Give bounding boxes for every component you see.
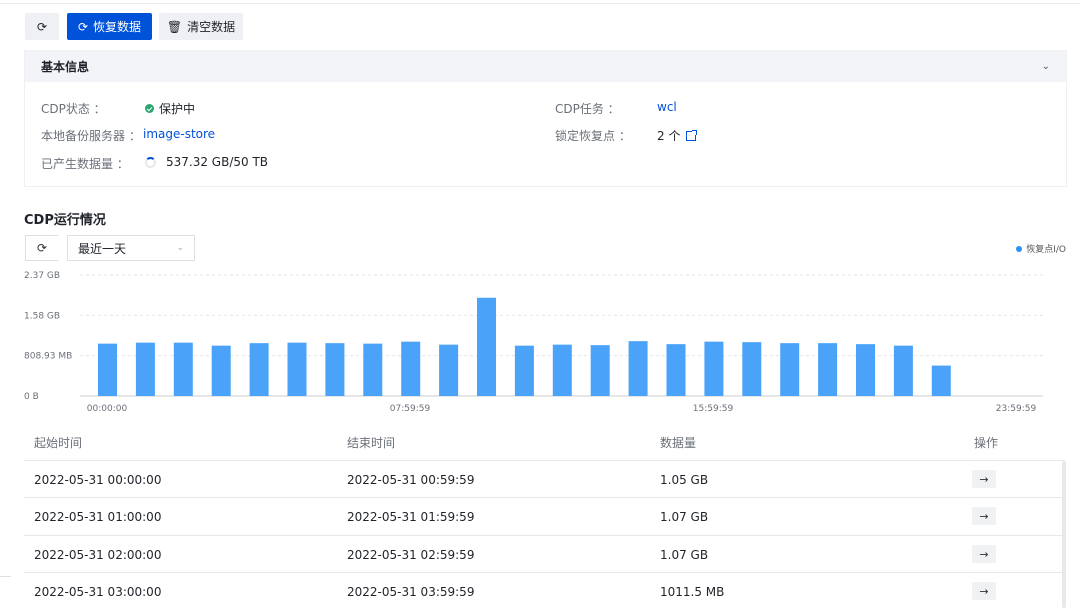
external-link-icon[interactable] xyxy=(686,129,698,141)
legend-marker xyxy=(1016,245,1023,252)
bar xyxy=(173,342,193,396)
end-time-cell: 2022-05-31 03:59:59 xyxy=(347,585,475,599)
y-tick-label: 808.93 MB xyxy=(24,352,72,362)
local-server-label: 本地备份服务器 ： xyxy=(41,129,141,143)
table-row: 2022-05-31 01:00:00 2022-05-31 01:59:59 … xyxy=(24,497,1065,535)
clear-data-label: 清空数据 xyxy=(187,20,236,34)
data-size-cell: 1.07 GB xyxy=(660,548,709,562)
refresh-icon: ⟳ xyxy=(36,19,48,34)
bar xyxy=(780,343,800,396)
clear-data-button[interactable]: 🗑 清空数据 xyxy=(159,13,243,40)
cdp-status-text: 保护中 xyxy=(159,102,196,116)
bar xyxy=(552,344,572,396)
locked-points-label: 锁定恢复点 ： xyxy=(555,129,631,143)
io-bar-chart: 0 B 808.93 MB 1.58 GB 2.37 GB 00:00:00 07:59:… xyxy=(24,271,1043,414)
header-data-size: 数据量 xyxy=(660,436,697,450)
chevron-down-icon: ⌄ xyxy=(176,243,184,253)
end-time-cell: 2022-05-31 01:59:59 xyxy=(347,510,475,524)
chevron-down-icon[interactable]: ⌄ xyxy=(1042,61,1050,72)
arrow-right-icon[interactable]: → xyxy=(972,507,996,525)
data-size-cell: 1.05 GB xyxy=(660,473,709,487)
local-server-link[interactable]: image-store xyxy=(143,127,215,141)
data-size-cell: 1011.5 MB xyxy=(660,585,725,599)
bar xyxy=(249,343,269,396)
x-tick-label: 23:59:59 xyxy=(996,404,1037,414)
usage-ring-icon xyxy=(145,156,156,168)
bar xyxy=(931,365,951,396)
bar xyxy=(401,341,421,396)
bar xyxy=(287,342,307,396)
cdp-task-link[interactable]: wcl xyxy=(657,100,677,114)
basic-info-header[interactable]: 基本信息 ⌄ xyxy=(25,51,1066,82)
legend-label: 恢复点I/O xyxy=(1026,245,1066,255)
bar xyxy=(590,345,610,396)
time-range-select[interactable]: 最近一天 ⌄ xyxy=(67,235,195,261)
table-row: 2022-05-31 03:00:00 2022-05-31 03:59:59 … xyxy=(24,572,1065,610)
locked-points-value[interactable]: 2 个 xyxy=(657,127,698,144)
top-divider xyxy=(0,3,1080,4)
end-time-cell: 2022-05-31 00:59:59 xyxy=(347,473,475,487)
bar xyxy=(704,341,724,396)
restore-data-label: 恢复数据 xyxy=(93,20,142,34)
table-row: 2022-05-31 00:00:00 2022-05-31 00:59:59 … xyxy=(24,460,1065,498)
data-generated-label: 已产生数据量 ： xyxy=(41,157,129,171)
x-tick-label: 07:59:59 xyxy=(390,404,431,414)
cdp-run-title: CDP运行情况 xyxy=(24,213,106,228)
refresh-button[interactable]: ⟳ xyxy=(25,13,59,40)
chart-legend[interactable]: 恢复点I/O xyxy=(1016,242,1066,255)
start-time-cell: 2022-05-31 03:00:00 xyxy=(34,585,162,599)
left-edge-mark xyxy=(0,576,11,580)
x-tick-label: 00:00:00 xyxy=(87,404,128,414)
arrow-right-icon[interactable]: → xyxy=(972,470,996,488)
locked-points-text: 2 个 xyxy=(657,129,681,143)
end-time-cell: 2022-05-31 02:59:59 xyxy=(347,548,475,562)
protected-status-icon xyxy=(145,104,154,113)
header-end-time: 结束时间 xyxy=(347,436,396,450)
bar xyxy=(628,341,648,396)
data-generated-value: 537.32 GB/50 TB xyxy=(145,155,268,169)
bar xyxy=(439,344,459,396)
header-action: 操作 xyxy=(974,436,999,450)
chart-refresh-button[interactable]: ⟳ xyxy=(25,235,58,261)
bar xyxy=(135,342,155,396)
table-scrollbar[interactable] xyxy=(1062,461,1066,608)
bar xyxy=(856,344,875,396)
start-time-cell: 2022-05-31 00:00:00 xyxy=(34,473,162,487)
bar xyxy=(818,343,838,396)
header-start-time: 起始时间 xyxy=(34,436,83,450)
bar xyxy=(363,343,383,396)
basic-info-panel: 基本信息 ⌄ CDP状态 ： 保护中 本地备份服务器 ： image-store… xyxy=(24,50,1067,187)
y-tick-label: 2.37 GB xyxy=(24,271,60,281)
cdp-status-label: CDP状态 ： xyxy=(41,102,106,116)
trash-icon: 🗑 xyxy=(166,19,183,34)
restore-icon: ⟳ xyxy=(77,19,89,34)
start-time-cell: 2022-05-31 01:00:00 xyxy=(34,510,162,524)
arrow-right-icon[interactable]: → xyxy=(972,545,996,563)
bar xyxy=(893,345,913,396)
cdp-status-value: 保护中 xyxy=(145,100,195,117)
restore-data-button[interactable]: ⟳ 恢复数据 xyxy=(67,13,152,40)
bar xyxy=(211,345,231,396)
refresh-icon: ⟳ xyxy=(36,241,48,255)
data-generated-text: 537.32 GB/50 TB xyxy=(166,155,269,169)
y-tick-label: 1.58 GB xyxy=(24,311,60,321)
bar xyxy=(325,343,345,396)
bar xyxy=(477,297,496,396)
table-row: 2022-05-31 02:00:00 2022-05-31 02:59:59 … xyxy=(24,535,1065,573)
x-tick-label: 15:59:59 xyxy=(693,404,734,414)
data-size-cell: 1.07 GB xyxy=(660,510,709,524)
bar xyxy=(666,344,686,396)
y-tick-label: 0 B xyxy=(24,392,39,402)
time-range-value: 最近一天 xyxy=(78,241,127,256)
basic-info-title: 基本信息 xyxy=(41,60,90,74)
cdp-task-label: CDP任务 ： xyxy=(555,102,620,116)
bar xyxy=(98,343,117,396)
bar xyxy=(742,342,762,396)
bar xyxy=(514,345,534,396)
start-time-cell: 2022-05-31 02:00:00 xyxy=(34,548,162,562)
arrow-right-icon[interactable]: → xyxy=(972,582,996,600)
